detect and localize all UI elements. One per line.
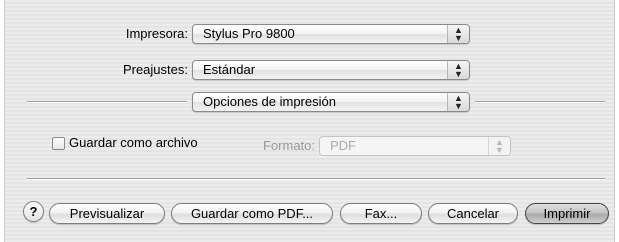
preview-button[interactable]: Previsualizar (49, 203, 165, 224)
printer-popup[interactable]: Stylus Pro 9800 ▲ ▼ (192, 24, 470, 44)
save-as-file-checkbox[interactable] (52, 137, 65, 150)
section-popup[interactable]: Opciones de impresión ▲ ▼ (192, 92, 470, 112)
printer-label: Impresora: (125, 26, 188, 41)
divider-bottom (27, 178, 605, 180)
print-button[interactable]: Imprimir (525, 203, 609, 224)
printer-value: Stylus Pro 9800 (203, 26, 295, 41)
cancel-button[interactable]: Cancelar (428, 203, 518, 224)
print-dialog: Impresora: Stylus Pro 9800 ▲ ▼ Preajustes… (4, 0, 615, 242)
save-pdf-button[interactable]: Guardar como PDF... (171, 203, 333, 224)
format-value: PDF (330, 138, 356, 153)
popup-arrows-icon: ▲ ▼ (447, 25, 469, 43)
presets-popup[interactable]: Estándar ▲ ▼ (192, 60, 470, 80)
help-button[interactable]: ? (23, 201, 44, 222)
presets-value: Estándar (203, 62, 256, 77)
section-value: Opciones de impresión (203, 94, 336, 109)
divider-left (27, 101, 187, 103)
popup-arrows-icon: ▲ ▼ (488, 137, 510, 155)
format-label: Formato: (262, 138, 315, 153)
popup-arrows-icon: ▲ ▼ (447, 93, 469, 111)
presets-label: Preajustes: (122, 62, 188, 77)
popup-arrows-icon: ▲ ▼ (447, 61, 469, 79)
divider-right (475, 101, 605, 103)
format-popup[interactable]: PDF ▲ ▼ (319, 136, 511, 156)
fax-button[interactable]: Fax... (340, 203, 422, 224)
save-as-file-label[interactable]: Guardar como archivo (69, 133, 198, 153)
